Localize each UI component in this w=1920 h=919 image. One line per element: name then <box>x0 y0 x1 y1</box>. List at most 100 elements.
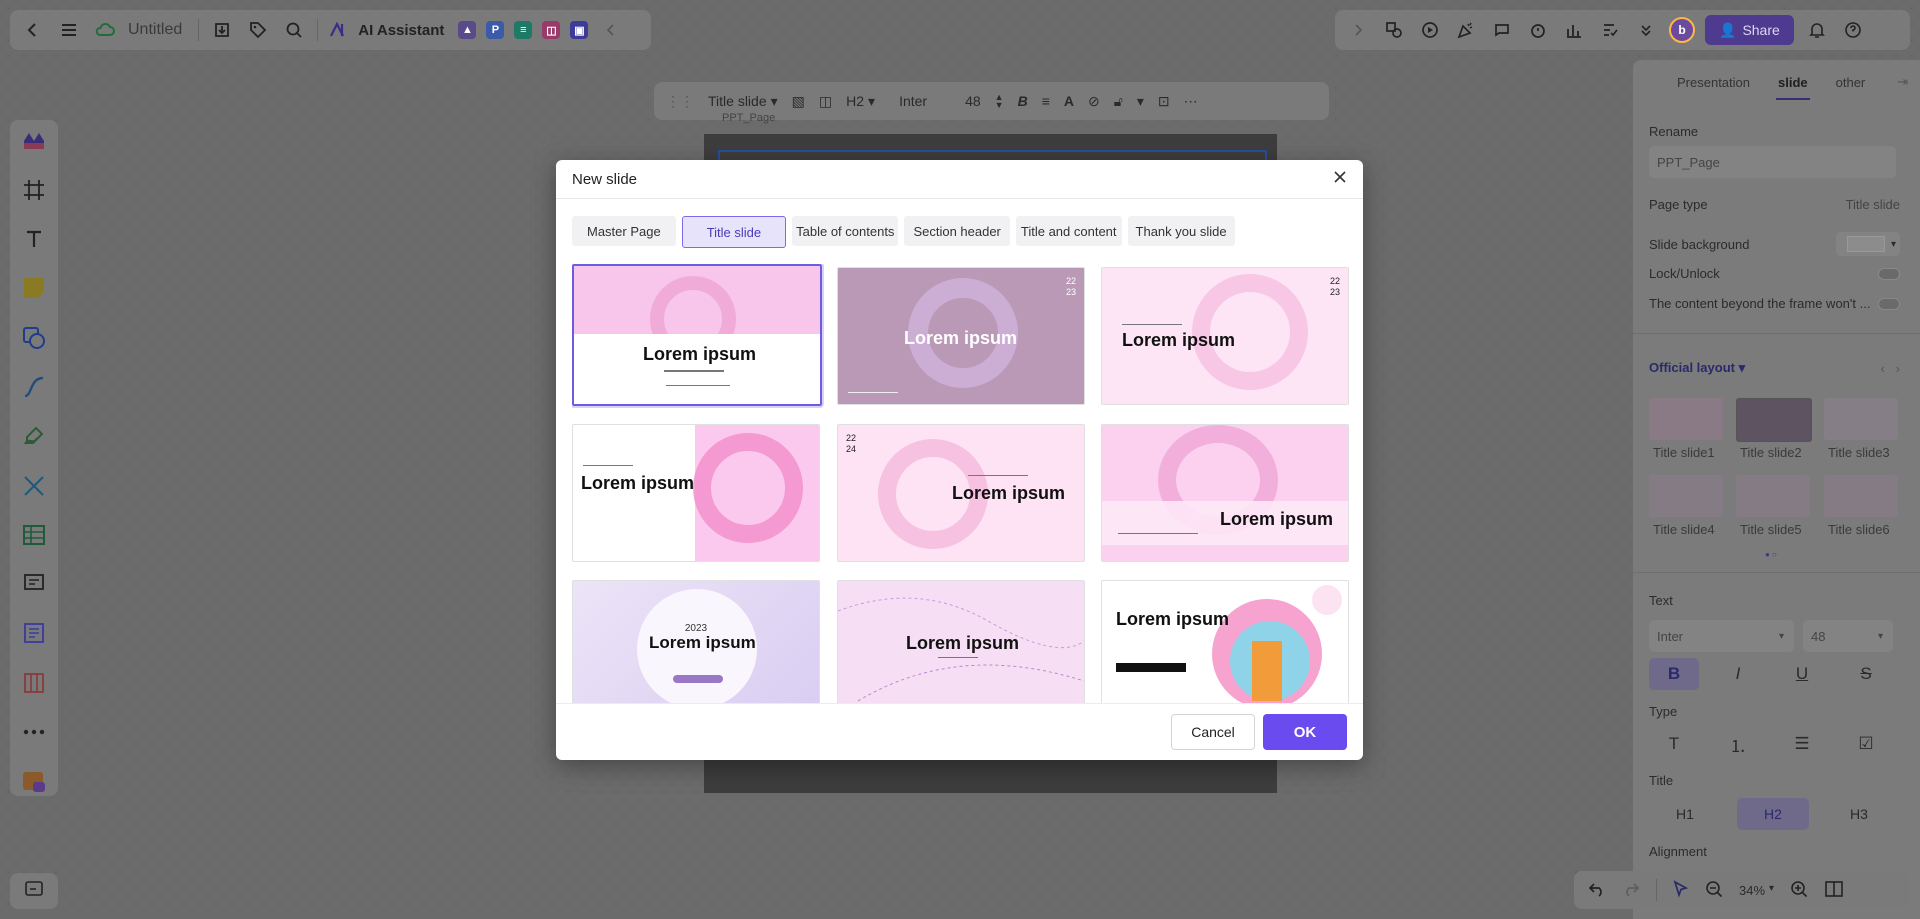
ai-assistant-label[interactable]: AI Assistant <box>358 22 444 39</box>
text-color-icon[interactable]: A <box>1064 93 1074 109</box>
sticky-note-icon[interactable] <box>19 274 49 303</box>
mindmap-icon[interactable] <box>19 471 49 500</box>
template-card-4[interactable]: Lorem ipsum <box>572 424 820 562</box>
tab-master-page[interactable]: Master Page <box>572 216 676 246</box>
tab-slide[interactable]: slide <box>1764 60 1822 104</box>
text-tool-icon[interactable] <box>19 225 49 254</box>
timer-icon[interactable] <box>1525 17 1551 43</box>
minimap-button[interactable] <box>10 873 58 909</box>
menu-icon[interactable] <box>56 17 82 43</box>
bell-icon[interactable] <box>1804 17 1830 43</box>
select-cursor-icon[interactable] <box>1673 879 1689 901</box>
template-card-1[interactable]: Lorem ipsum <box>572 264 824 408</box>
template-card-3[interactable]: Lorem ipsum 22 23 <box>1101 267 1349 405</box>
type-text-button[interactable]: T <box>1649 728 1699 760</box>
font-size-input[interactable]: 48 <box>965 93 981 109</box>
presentation-tool-icon[interactable]: P <box>486 21 505 39</box>
template-card-5[interactable]: Lorem ipsum 22 24 <box>837 424 1085 562</box>
book-view-icon[interactable] <box>1824 880 1844 901</box>
chevron-down-icon[interactable]: ▾ <box>1137 93 1144 110</box>
bullet-list-icon[interactable]: ☰ <box>1777 728 1827 760</box>
crop-icon[interactable]: ⊡ <box>1158 93 1170 110</box>
drag-handle-icon[interactable]: ⋮⋮ <box>666 93 694 110</box>
template-card-2[interactable]: Lorem ipsum 22 23 <box>837 267 1085 405</box>
lock-icon[interactable]: 🔓︎ <box>1114 93 1123 110</box>
layout-select[interactable]: Title slide ▾ <box>708 93 778 110</box>
bold-button[interactable]: B <box>1649 658 1699 690</box>
celebrate-icon[interactable] <box>1453 17 1479 43</box>
numbered-list-icon[interactable]: ⒈ <box>1713 728 1763 760</box>
shape-tool-icon[interactable] <box>19 323 49 352</box>
vote-icon[interactable] <box>1597 17 1623 43</box>
italic-button[interactable]: I <box>1713 658 1763 690</box>
tab-section-header[interactable]: Section header <box>904 216 1010 246</box>
diagram-tool-icon[interactable]: ◫ <box>542 21 561 39</box>
shapes-icon[interactable] <box>1381 17 1407 43</box>
font-size-select[interactable]: 48 ▾ <box>1803 620 1893 652</box>
connector-icon[interactable] <box>19 372 49 401</box>
font-family-select[interactable]: Inter ▾ <box>1649 620 1794 652</box>
frame-icon[interactable] <box>19 175 49 204</box>
lock-toggle[interactable] <box>1878 267 1900 280</box>
template-card-8[interactable]: Lorem ipsum <box>837 580 1085 704</box>
template-card-7[interactable]: 2023 Lorem ipsum <box>572 580 820 704</box>
template-card-6[interactable]: Lorem ipsum <box>1101 424 1349 562</box>
link-icon[interactable]: ⊘ <box>1088 93 1100 110</box>
tab-other[interactable]: other <box>1822 60 1880 104</box>
ok-button[interactable]: OK <box>1263 714 1347 750</box>
template-icon[interactable] <box>19 126 49 155</box>
layout-thumb-4[interactable] <box>1649 475 1723 517</box>
pen-icon[interactable] <box>19 422 49 451</box>
official-layout-label[interactable]: Official layout ▾ <box>1649 360 1745 376</box>
image-tool-icon[interactable]: ▲ <box>458 21 477 39</box>
back-arrow-icon[interactable] <box>20 17 46 43</box>
document-title[interactable]: Untitled <box>128 21 182 39</box>
collapse-left-icon[interactable] <box>598 17 624 43</box>
zoom-level[interactable]: 34% ▾ <box>1739 883 1774 898</box>
tab-table-of-contents[interactable]: Table of contents <box>792 216 899 246</box>
mindmap-tool-icon[interactable]: ≡ <box>514 21 533 39</box>
heading-select[interactable]: H2 ▾ <box>846 93 875 110</box>
close-icon[interactable] <box>1333 170 1347 189</box>
chat-tool-icon[interactable]: ▣ <box>570 21 589 39</box>
h1-button[interactable]: H1 <box>1649 798 1721 830</box>
layout-thumb-2[interactable] <box>1736 398 1812 442</box>
zoom-out-icon[interactable] <box>1705 880 1723 901</box>
avatar[interactable]: b <box>1669 17 1695 43</box>
undo-icon[interactable] <box>1588 881 1606 900</box>
zoom-in-icon[interactable] <box>1790 880 1808 901</box>
list-card-icon[interactable] <box>19 619 49 648</box>
more-chevron-icon[interactable] <box>1633 17 1659 43</box>
cancel-button[interactable]: Cancel <box>1171 714 1255 750</box>
apps-icon[interactable] <box>19 767 49 796</box>
split-icon[interactable]: ◫ <box>819 93 832 110</box>
background-icon[interactable]: ▧ <box>792 93 805 110</box>
expand-right-icon[interactable] <box>1345 17 1371 43</box>
play-icon[interactable] <box>1417 17 1443 43</box>
comment-icon[interactable] <box>1489 17 1515 43</box>
table-icon[interactable] <box>19 520 49 549</box>
checklist-icon[interactable]: ☑ <box>1841 728 1891 760</box>
layout-thumb-3[interactable] <box>1824 398 1898 440</box>
tab-presentation[interactable]: Presentation <box>1663 60 1764 104</box>
ai-assistant-icon[interactable] <box>328 17 348 43</box>
chart-icon[interactable] <box>1561 17 1587 43</box>
redo-icon[interactable] <box>1622 881 1640 900</box>
page-type-value[interactable]: Title slide <box>1846 197 1900 212</box>
help-icon[interactable] <box>1840 17 1866 43</box>
tab-title-slide[interactable]: Title slide <box>681 216 787 248</box>
h2-button[interactable]: H2 <box>1737 798 1809 830</box>
h3-button[interactable]: H3 <box>1823 798 1895 830</box>
align-center-icon[interactable]: ≡ <box>1042 93 1050 109</box>
layout-thumb-1[interactable] <box>1649 398 1723 440</box>
strikethrough-button[interactable]: S <box>1841 658 1891 690</box>
bold-icon[interactable]: B <box>1018 93 1028 109</box>
overflow-toggle[interactable] <box>1878 297 1900 310</box>
kanban-icon[interactable] <box>19 668 49 697</box>
comment-box-icon[interactable] <box>19 570 49 599</box>
download-icon[interactable] <box>209 17 235 43</box>
tag-icon[interactable] <box>245 17 271 43</box>
template-card-9[interactable]: Lorem ipsum <box>1101 580 1349 704</box>
layout-pager[interactable]: ‹ › <box>1881 361 1901 376</box>
layout-thumb-5[interactable] <box>1736 475 1810 517</box>
